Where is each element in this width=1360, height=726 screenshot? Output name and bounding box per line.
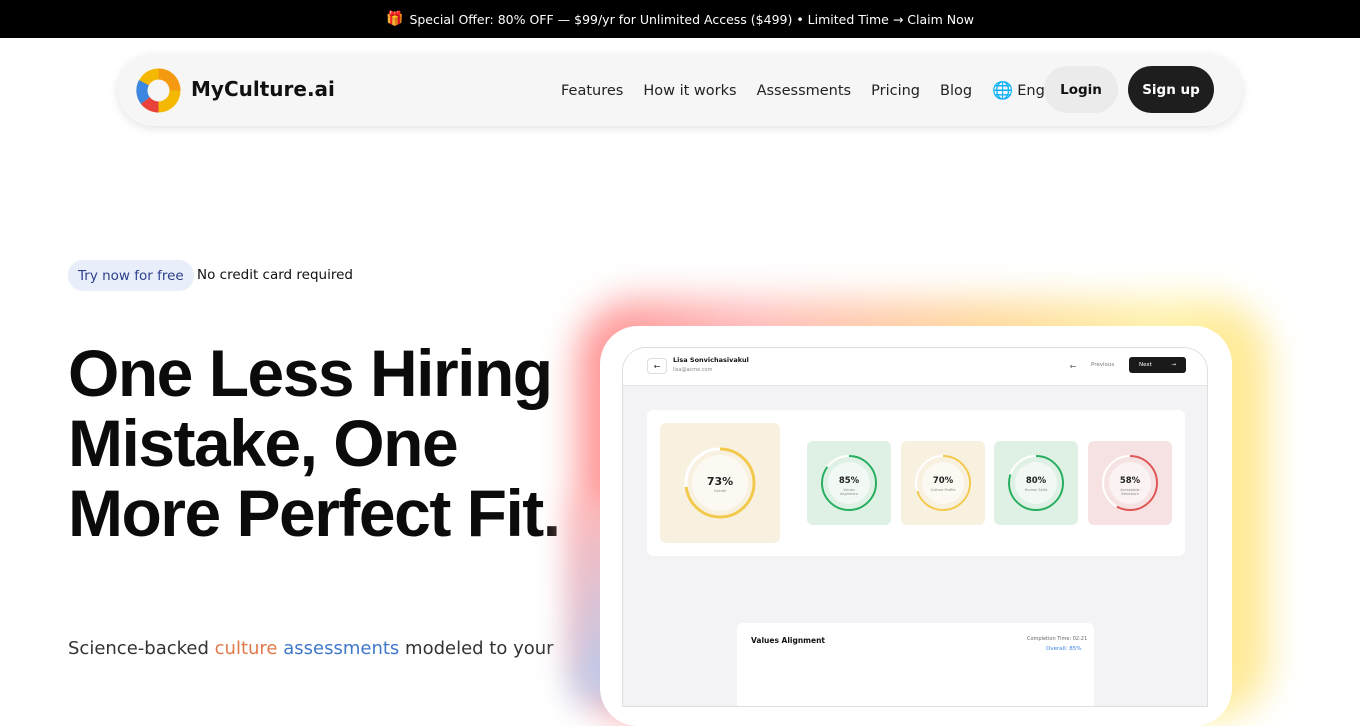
- nav-menu: Features How it works Assessments Pricin…: [561, 55, 1058, 126]
- subtitle-prefix: Science-backed: [68, 638, 215, 659]
- score-percent: 73%: [706, 475, 734, 488]
- nav-item-how-it-works[interactable]: How it works: [643, 83, 736, 99]
- previous-label: Previous: [1091, 362, 1115, 368]
- globe-icon: 🌐: [992, 80, 1014, 101]
- subtitle-suffix: modeled to your: [399, 638, 554, 659]
- promo-banner[interactable]: 🎁 Special Offer: 80% OFF — $99/yr for Un…: [0, 0, 1360, 38]
- score-percent: 85%: [838, 476, 860, 486]
- overall-score: Overall: 85%: [1046, 646, 1082, 652]
- score-label: Culture Profile: [930, 488, 956, 492]
- promo-text[interactable]: Special Offer: 80% OFF — $99/yr for Unli…: [409, 12, 974, 27]
- score-tile-acceptable-behaviors: 58% Acceptable Behaviors: [1088, 441, 1172, 525]
- language-label: Eng: [1017, 82, 1045, 99]
- subtitle-highlight-culture: culture: [214, 638, 278, 659]
- score-label: Acceptable Behaviors: [1120, 488, 1140, 496]
- score-tile-overall: 73% Overall: [660, 423, 780, 543]
- score-tile-values-alignment: 85% Values Alignment: [807, 441, 891, 525]
- score-percent: 58%: [1119, 476, 1141, 486]
- hero-subtitle: Science-backed culture assessments model…: [68, 638, 554, 659]
- no-credit-card-note: No credit card required: [197, 267, 353, 283]
- score-tile-human-skills: 80% Human Skills: [994, 441, 1078, 525]
- score-percent: 80%: [1025, 476, 1047, 486]
- score-summary-card: 73% Overall 85% Values Alignment 70% Cultur…: [647, 410, 1185, 556]
- candidate-name: Lisa Sonvichasivakul: [673, 356, 749, 364]
- subtitle-highlight-assessments: assessments: [283, 638, 400, 659]
- score-label: Values Alignment: [840, 488, 858, 496]
- back-arrow-icon: ←: [647, 358, 667, 374]
- login-button[interactable]: Login: [1044, 66, 1118, 113]
- next-arrow-icon: →: [1171, 362, 1176, 368]
- nav-item-assessments[interactable]: Assessments: [757, 83, 852, 99]
- completion-time: Completion Time: 02:21: [1027, 636, 1088, 642]
- next-label: Next: [1139, 362, 1152, 368]
- score-tile-culture-profile: 70% Culture Profile: [901, 441, 985, 525]
- top-navigation: MyCulture.ai Features How it works Asses…: [118, 55, 1242, 126]
- signup-button[interactable]: Sign up: [1128, 66, 1214, 113]
- candidate-email: lisa@acme.com: [673, 367, 713, 373]
- try-free-badge[interactable]: Try now for free: [68, 260, 194, 291]
- hero-headline: One Less Hiring Mistake, One More Perfec…: [68, 336, 561, 550]
- values-alignment-title: Values Alignment: [751, 636, 826, 645]
- previous-arrow-icon: ←: [1069, 361, 1077, 371]
- dashboard-header: ← Lisa Sonvichasivakul lisa@acme.com ← P…: [623, 348, 1207, 386]
- brand-logo-icon[interactable]: [136, 68, 181, 113]
- nav-item-features[interactable]: Features: [561, 83, 623, 99]
- next-button: Next →: [1129, 357, 1186, 373]
- gift-icon: 🎁: [386, 11, 404, 27]
- dashboard-screenshot: ← Lisa Sonvichasivakul lisa@acme.com ← P…: [622, 347, 1208, 707]
- values-alignment-card: Values Alignment Completion Time: 02:21 …: [737, 623, 1094, 706]
- score-label: Human Skills: [1024, 488, 1048, 492]
- brand-name[interactable]: MyCulture.ai: [191, 77, 335, 101]
- score-label: Overall: [713, 489, 727, 493]
- nav-item-blog[interactable]: Blog: [940, 83, 972, 99]
- nav-item-pricing[interactable]: Pricing: [871, 83, 920, 99]
- score-percent: 70%: [932, 476, 954, 486]
